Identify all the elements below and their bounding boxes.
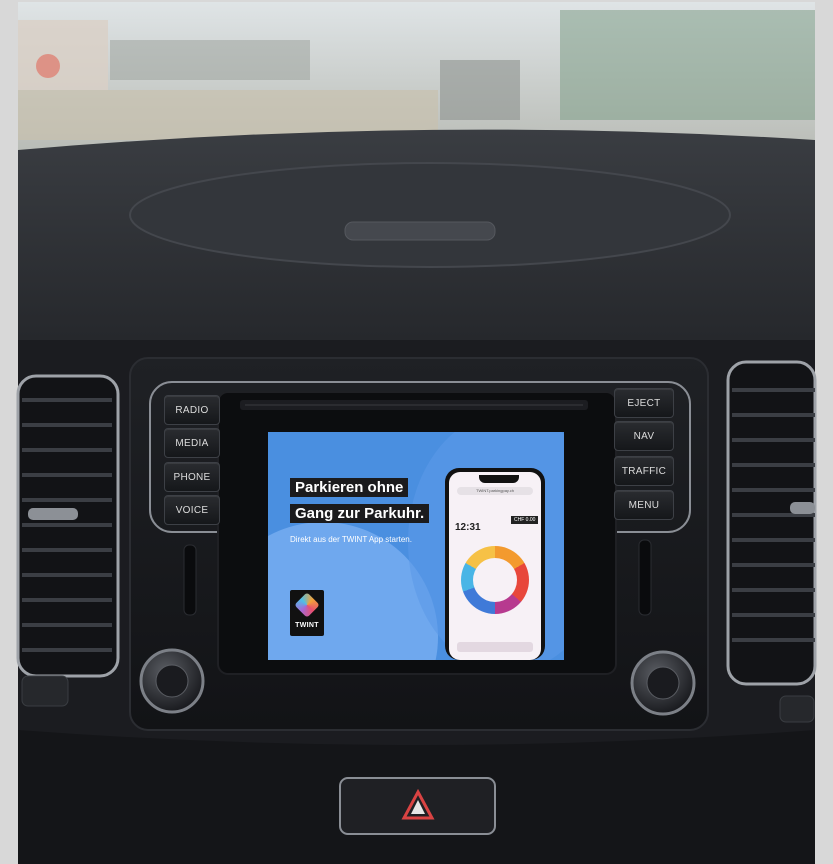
- radio-label: RADIO: [175, 404, 209, 416]
- infotainment-screen[interactable]: Parkieren ohne Gang zur Parkuhr. Direkt …: [268, 432, 564, 660]
- phone-url-bar: TWINT.parkingpay.ch: [457, 487, 533, 495]
- nav-label: NAV: [633, 430, 655, 442]
- parking-dial-icon: [461, 546, 529, 614]
- phone-action-bar: [457, 642, 533, 652]
- phone-notch: [479, 475, 519, 483]
- phone-label: PHONE: [173, 471, 211, 483]
- eject-label: EJECT: [627, 397, 661, 409]
- nav-button[interactable]: NAV: [614, 421, 674, 451]
- car-dashboard-photo: RADIO MEDIA PHONE VOICE EJECT NAV TRAFFI…: [0, 0, 833, 864]
- phone-price-badge: CHF 0.00: [511, 516, 539, 524]
- voice-label: VOICE: [175, 504, 209, 516]
- voice-button[interactable]: VOICE: [164, 495, 220, 525]
- eject-button[interactable]: EJECT: [614, 388, 674, 418]
- phone-button[interactable]: PHONE: [164, 462, 220, 492]
- media-button[interactable]: MEDIA: [164, 428, 220, 458]
- parking-dial-center: [473, 558, 517, 602]
- ad-subline: Direkt aus der TWINT App starten.: [290, 535, 412, 544]
- menu-label: MENU: [628, 499, 660, 511]
- menu-button[interactable]: MENU: [614, 490, 674, 520]
- ad-headline-line-1: Parkieren ohne: [290, 478, 409, 497]
- phone-display: TWINT.parkingpay.ch 12:31 CHF 0.00: [449, 472, 541, 660]
- traffic-label: TRAFFIC: [621, 465, 667, 477]
- twint-logo: TWINT: [290, 590, 324, 636]
- twint-logo-text: TWINT: [295, 622, 319, 629]
- phone-parking-time: 12:31: [455, 522, 481, 533]
- ad-headline-line-2: Gang zur Parkuhr.: [290, 504, 430, 523]
- radio-button[interactable]: RADIO: [164, 395, 220, 425]
- twint-diamond-icon: [294, 592, 320, 618]
- traffic-button[interactable]: TRAFFIC: [614, 456, 674, 486]
- phone-mockup: TWINT.parkingpay.ch 12:31 CHF 0.00: [445, 468, 545, 660]
- media-label: MEDIA: [175, 437, 209, 449]
